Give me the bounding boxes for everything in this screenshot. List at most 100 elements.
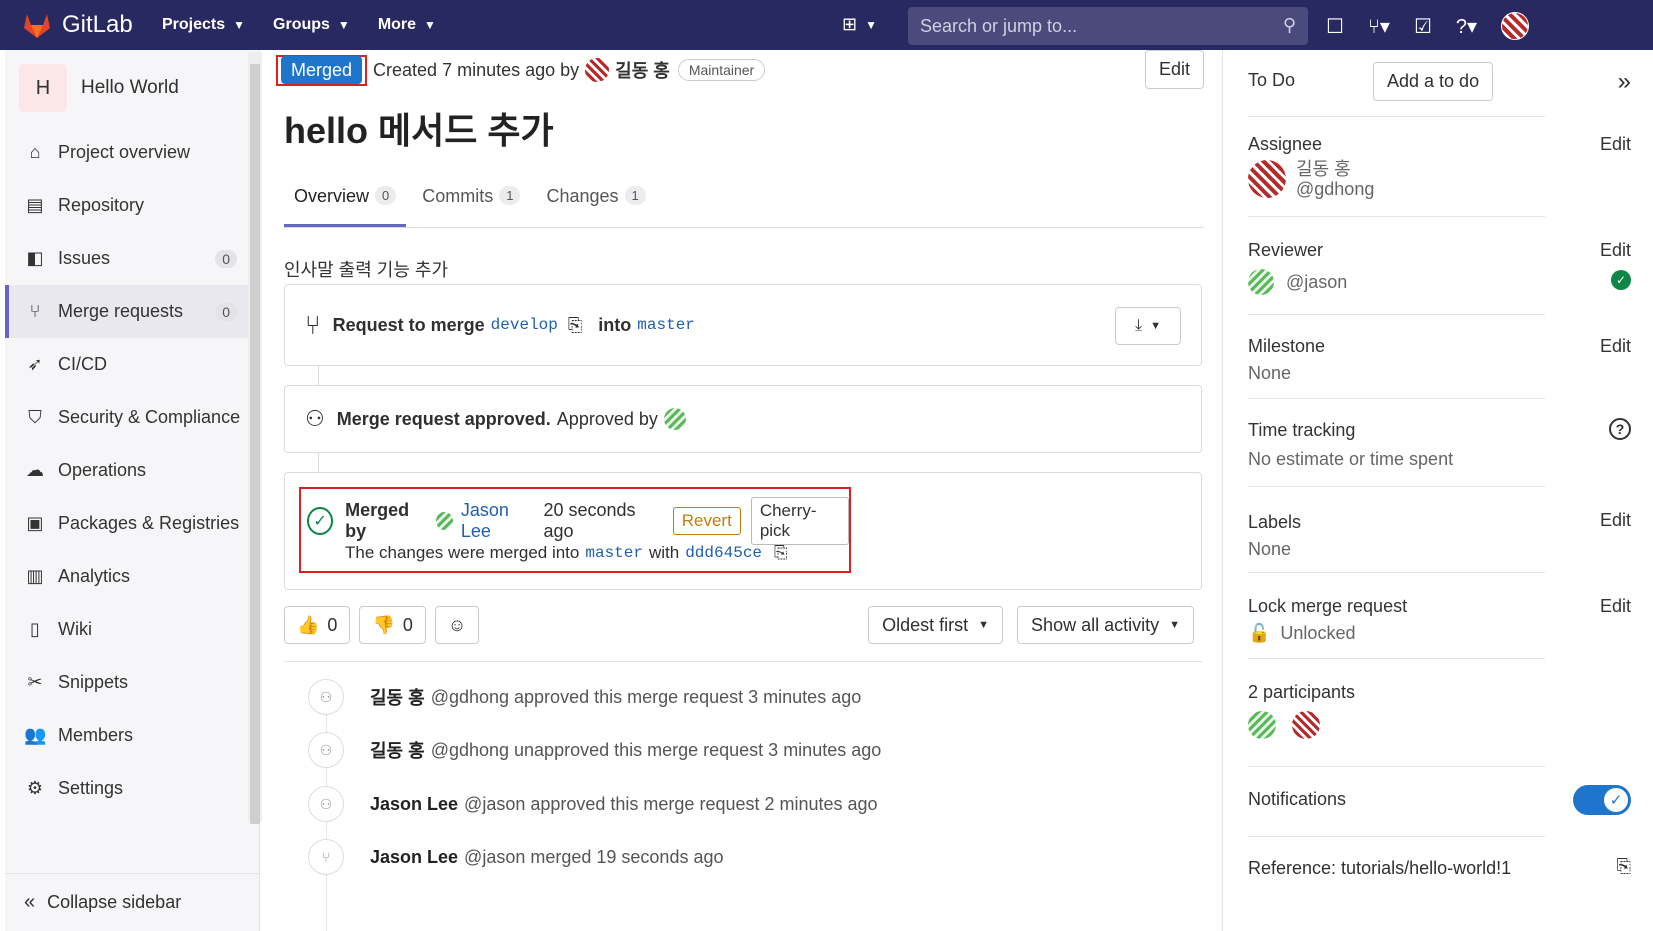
tab-overview[interactable]: Overview 0	[284, 176, 407, 227]
double-chevron-right-icon[interactable]: »	[1618, 68, 1631, 96]
sidebar-item-label: Merge requests	[58, 301, 184, 321]
source-branch-link[interactable]: develop	[491, 316, 558, 334]
sidebar-item-analytics[interactable]: ▥ Analytics	[5, 550, 259, 603]
notifications-section: Notifications	[1248, 789, 1548, 810]
thumbs-down-icon: 👎	[372, 614, 395, 635]
revert-button[interactable]: Revert	[672, 507, 741, 535]
copy-icon[interactable]: ⎘	[1617, 856, 1631, 877]
labels-section: Labels None	[1248, 512, 1548, 560]
scrollbar-thumb[interactable]	[250, 64, 260, 824]
tab-count: 1	[624, 186, 646, 205]
request-to-merge-label: Request to merge	[332, 314, 485, 335]
help-icon[interactable]: ?	[1609, 418, 1631, 440]
notifications-toggle[interactable]: ✓	[1573, 785, 1631, 815]
issues-icon[interactable]: ☐	[1326, 14, 1344, 39]
assignee-name[interactable]: 길동 홍	[1296, 159, 1374, 179]
activity-text: @gdhong unapproved this merge request 3 …	[430, 739, 882, 760]
target-branch-link[interactable]: master	[637, 316, 695, 334]
document-icon: ▤	[26, 195, 44, 215]
mr-header: Merged Created 7 minutes ago by 길동 홍 Mai…	[276, 52, 1204, 88]
copy-icon[interactable]: ⎘	[568, 315, 582, 336]
activity-author[interactable]: Jason Lee	[370, 847, 458, 868]
sidebar-scrollbar[interactable]	[248, 52, 262, 824]
approved-check-icon: ✓	[1611, 270, 1631, 290]
merge-request-icon[interactable]: ⑂▾	[1368, 14, 1390, 39]
chevron-down-icon: ▼	[424, 18, 436, 32]
labels-edit-link[interactable]: Edit	[1600, 510, 1631, 531]
todo-icon[interactable]: ☑	[1414, 14, 1432, 39]
activity-author[interactable]: Jason Lee	[370, 794, 458, 815]
tab-changes[interactable]: Changes 1	[536, 176, 655, 227]
assignee-username[interactable]: @gdhong	[1296, 179, 1374, 199]
nav-more[interactable]: More ▼	[378, 16, 436, 34]
gear-icon: ⚙	[26, 778, 44, 798]
sidebar-item-members[interactable]: 👥 Members	[5, 709, 259, 762]
sidebar-item-security[interactable]: ⛉ Security & Compliance	[5, 391, 259, 444]
merged-target-branch[interactable]: master	[585, 544, 643, 562]
activity-filter-dropdown[interactable]: Show all activity ▼	[1017, 606, 1194, 644]
brand[interactable]: GitLab	[22, 11, 162, 39]
nav-projects[interactable]: Projects ▼	[162, 16, 245, 34]
collapse-sidebar-button[interactable]: « Collapse sidebar	[5, 873, 260, 931]
reviewer-edit-link[interactable]: Edit	[1600, 240, 1631, 261]
lock-edit-link[interactable]: Edit	[1600, 596, 1631, 617]
commit-sha-link[interactable]: ddd645ce	[685, 544, 762, 562]
sidebar-item-wiki[interactable]: ▯ Wiki	[5, 603, 259, 656]
nav-groups[interactable]: Groups ▼	[273, 16, 350, 34]
sidebar-item-project-overview[interactable]: ⌂ Project overview	[5, 126, 259, 179]
add-reaction-button[interactable]: ☺	[434, 606, 480, 644]
sidebar-item-issues[interactable]: ◧ Issues 0	[5, 232, 259, 285]
sidebar-project[interactable]: H Hello World	[5, 50, 259, 126]
edit-button[interactable]: Edit	[1144, 50, 1204, 89]
author-name[interactable]: 길동 홍	[615, 57, 670, 83]
user-avatar[interactable]	[1501, 12, 1530, 40]
sidebar-item-label: Members	[58, 725, 134, 745]
activity-author[interactable]: 길동 홍	[370, 737, 425, 763]
approver-avatar[interactable]	[663, 408, 686, 430]
sort-dropdown[interactable]: Oldest first ▼	[868, 606, 1004, 644]
sidebar-item-label: Security & Compliance	[58, 407, 241, 427]
reviewer-avatar[interactable]	[1248, 269, 1274, 295]
assignee-avatar[interactable]	[1248, 160, 1286, 198]
participant-avatar[interactable]	[1248, 711, 1276, 739]
copy-icon[interactable]: ⎘	[774, 543, 788, 563]
created-info: Created 7 minutes ago by 길동 홍 Maintainer	[373, 57, 766, 83]
milestone-edit-link[interactable]: Edit	[1600, 336, 1631, 357]
participant-avatar[interactable]	[1292, 711, 1320, 739]
milestone-title: Milestone	[1248, 336, 1326, 356]
tab-commits[interactable]: Commits 1	[412, 176, 530, 227]
activity-author[interactable]: 길동 홍	[370, 684, 425, 710]
sidebar-item-label: Project overview	[58, 142, 191, 162]
analytics-icon: ▥	[26, 566, 44, 586]
new-dropdown-button[interactable]: ⊞ ▼	[842, 14, 877, 35]
thumbs-down-button[interactable]: 👎 0	[359, 606, 426, 644]
chevron-down-icon: ▼	[337, 18, 350, 32]
add-todo-button[interactable]: Add a to do	[1373, 62, 1494, 101]
sidebar-item-settings[interactable]: ⚙ Settings	[5, 762, 259, 815]
author-avatar[interactable]	[585, 58, 610, 82]
sidebar-item-merge-requests[interactable]: ⑂ Merge requests 0	[5, 285, 259, 338]
divider	[1248, 572, 1545, 573]
search-input[interactable]: Search or jump to... ⚲	[908, 7, 1308, 45]
check-circle-icon: ✓	[307, 507, 334, 535]
merger-avatar[interactable]	[436, 512, 453, 530]
assignee-edit-link[interactable]: Edit	[1600, 134, 1631, 155]
sidebar-item-cicd[interactable]: ➶ CI/CD	[5, 338, 259, 391]
reviewer-username[interactable]: @jason	[1286, 272, 1347, 293]
approved-label: Merge request approved.	[336, 408, 551, 429]
sidebar-item-label: Snippets	[58, 672, 129, 692]
activity-item: ⑂ Jason Lee @jason merged 19 seconds ago	[308, 839, 723, 875]
sidebar-item-operations[interactable]: ☁ Operations	[5, 444, 259, 497]
lock-title: Lock merge request	[1248, 596, 1408, 616]
check-icon: ✓	[1604, 788, 1628, 812]
sidebar-item-repository[interactable]: ▤ Repository	[5, 179, 259, 232]
into-label: into	[598, 314, 632, 335]
merger-name[interactable]: Jason Lee	[461, 500, 538, 542]
sort-label: Oldest first	[882, 614, 969, 635]
cherry-pick-button[interactable]: Cherry-pick	[750, 497, 850, 545]
thumbs-up-button[interactable]: 👍 0	[284, 606, 351, 644]
help-icon[interactable]: ?▾	[1456, 14, 1477, 39]
download-dropdown-button[interactable]: ⤓ ▼	[1115, 307, 1181, 345]
sidebar-item-snippets[interactable]: ✂ Snippets	[5, 656, 259, 709]
sidebar-item-packages[interactable]: ▣ Packages & Registries	[5, 497, 259, 550]
